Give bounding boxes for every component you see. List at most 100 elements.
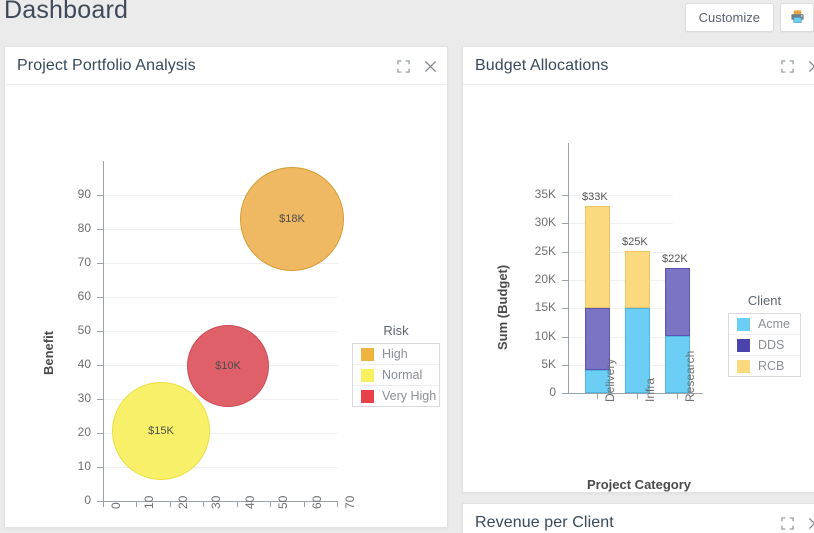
panel-actions	[781, 504, 814, 533]
gridline	[104, 297, 338, 298]
y-axis-title: Benefit	[41, 330, 56, 375]
x-tick-label: Research	[683, 350, 697, 402]
panel-header: Project Portfolio Analysis	[5, 47, 447, 85]
x-tick-label: Infra	[643, 377, 657, 402]
expand-icon[interactable]	[397, 59, 410, 73]
legend-box: Acme DDS RCB	[728, 313, 801, 377]
toolbar-buttons: Customize	[684, 3, 814, 32]
bubble-point[interactable]: $18K	[240, 167, 344, 271]
legend-item-label: Very High	[382, 389, 437, 403]
legend-item-label: Normal	[382, 368, 423, 382]
page-title: Dashboard	[4, 0, 129, 24]
panel-budget-allocations: Budget Allocations 35K 30K 25K 20K 15K 1…	[462, 46, 814, 493]
legend-item-high[interactable]: High	[353, 344, 439, 365]
y-tick-label: 15K	[534, 300, 556, 314]
customize-button[interactable]: Customize	[684, 3, 774, 32]
legend-item-dds[interactable]: DDS	[729, 335, 800, 356]
legend-title: Risk	[383, 323, 409, 338]
legend-risk: Risk High Normal Very High	[352, 323, 440, 407]
bar-segment-rcb[interactable]	[625, 251, 650, 308]
panel-header: Budget Allocations	[463, 47, 814, 85]
y-tick-label: 40	[77, 357, 91, 371]
panel-title: Project Portfolio Analysis	[17, 56, 196, 74]
dashboard-root: Dashboard Customize Project Portfolio An…	[0, 0, 814, 533]
legend-item-label: DDS	[758, 338, 785, 352]
y-tick	[562, 195, 568, 196]
bar-segment-rcb[interactable]	[585, 206, 610, 308]
close-icon[interactable]	[808, 517, 814, 530]
x-tick	[597, 393, 598, 399]
y-tick-label: 30	[77, 391, 91, 405]
x-tick	[136, 501, 137, 507]
y-tick	[97, 433, 103, 434]
bar-total-label: $22K	[662, 253, 688, 265]
close-icon[interactable]	[424, 60, 437, 73]
x-tick-label: 50	[276, 495, 290, 509]
y-tick-label: 35K	[534, 187, 556, 201]
y-tick-label: 50	[77, 323, 91, 337]
bar-total-label: $25K	[622, 236, 648, 248]
x-tick-label: Delivery	[603, 358, 617, 402]
x-tick-label: 20	[176, 495, 190, 509]
panel-actions	[781, 47, 814, 85]
y-tick-label: 10K	[534, 329, 556, 343]
legend-item-acme[interactable]: Acme	[729, 314, 800, 335]
y-tick	[97, 365, 103, 366]
panel-header: Revenue per Client	[463, 504, 814, 533]
y-tick-label: 70	[77, 255, 91, 269]
legend-title: Client	[747, 293, 782, 308]
panel-project-portfolio-analysis: Project Portfolio Analysis 90 80 70 60 5…	[4, 46, 448, 528]
client-rcb-swatch	[737, 359, 750, 373]
y-tick	[97, 229, 103, 230]
y-tick	[562, 280, 568, 281]
bar-segment-dds[interactable]	[665, 268, 690, 336]
y-tick	[562, 365, 568, 366]
panel-actions	[397, 47, 437, 85]
y-tick	[562, 252, 568, 253]
dashboard-toolbar: Dashboard Customize	[0, 0, 814, 40]
stacked-bar-chart: 35K 30K 25K 20K 15K 10K 5K 0 Sum (Budget…	[463, 85, 814, 492]
y-tick-label: 30K	[534, 215, 556, 229]
legend-item-normal[interactable]: Normal	[353, 365, 439, 386]
risk-normal-swatch	[361, 368, 374, 382]
close-icon[interactable]	[808, 60, 814, 73]
y-tick-label: 10	[77, 459, 91, 473]
x-tick	[637, 393, 638, 399]
y-tick	[97, 195, 103, 196]
y-tick	[97, 297, 103, 298]
export-button[interactable]	[780, 3, 814, 32]
panel-title: Budget Allocations	[475, 56, 609, 74]
bubble-point[interactable]: $10K	[187, 325, 269, 407]
panel-revenue-per-client: Revenue per Client	[462, 503, 814, 533]
legend-client: Client Acme DDS RCB	[728, 293, 801, 377]
y-tick-label: 20	[77, 425, 91, 439]
y-tick	[562, 337, 568, 338]
legend-item-label: RCB	[758, 359, 785, 373]
y-tick-label: 25K	[534, 244, 556, 258]
bubble-label: $10K	[215, 360, 241, 372]
x-tick-label: 10	[142, 495, 156, 509]
y-axis-title: Sum (Budget)	[495, 264, 510, 350]
expand-icon[interactable]	[781, 59, 794, 73]
legend-item-rcb[interactable]: RCB	[729, 356, 800, 376]
x-tick-label: 0	[109, 502, 123, 509]
x-tick-label: 70	[343, 495, 357, 509]
y-tick-label: 90	[77, 187, 91, 201]
client-acme-swatch	[737, 317, 750, 331]
expand-icon[interactable]	[781, 516, 794, 530]
risk-very-high-swatch	[361, 389, 374, 403]
x-tick-label: 30	[209, 495, 223, 509]
x-tick	[170, 501, 171, 507]
risk-high-swatch	[361, 347, 374, 361]
bubble-point[interactable]: $15K	[112, 382, 210, 480]
bubble-label: $15K	[148, 425, 174, 437]
y-tick-label: 60	[77, 289, 91, 303]
y-tick-label: 0	[84, 493, 91, 507]
x-axis-title: Project Category	[587, 477, 692, 492]
legend-item-label: Acme	[758, 317, 790, 331]
legend-item-label: High	[382, 347, 408, 361]
legend-item-very-high[interactable]: Very High	[353, 386, 439, 406]
x-tick	[203, 501, 204, 507]
x-tick	[677, 393, 678, 399]
y-tick	[97, 331, 103, 332]
